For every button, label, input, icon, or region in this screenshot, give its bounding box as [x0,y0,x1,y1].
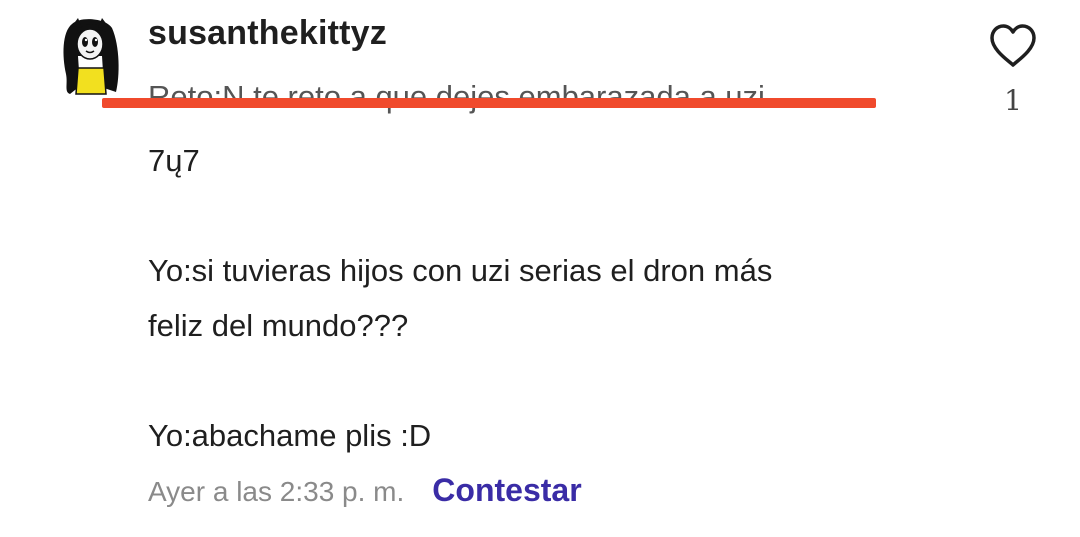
comment-line: Yo:abachame plis :D [148,418,432,453]
heart-outline-icon [990,24,1036,67]
timestamp: Ayer a las 2:33 p. m. [148,476,405,507]
like-count: 1 [1004,84,1022,117]
comment-line: 7ų7 [148,143,200,178]
comment-line: Reto:N te reto a que dejes embarazada a … [148,79,765,114]
comment-item: susanthekittyz Reto:N te reto a que deje… [0,0,1080,537]
like-button[interactable] [988,22,1038,70]
redaction-strike-line [102,98,876,108]
comment-line: feliz del mundo??? [148,308,409,343]
avatar[interactable] [58,16,122,96]
username[interactable]: susanthekittyz [148,14,387,53]
comment-line: Yo:si tuvieras hijos con uzi serias el d… [148,253,773,288]
comment-body: Reto:N te reto a que dejes embarazada a … [148,78,908,463]
reply-button[interactable]: Contestar [432,472,581,509]
comment-meta: Ayer a las 2:33 p. m. Contestar [148,472,582,509]
character-avatar-icon [63,18,119,95]
